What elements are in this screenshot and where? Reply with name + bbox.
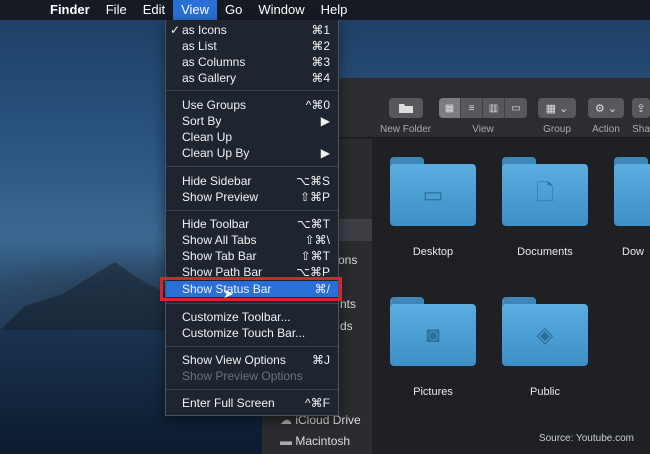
- menu-item-show-tab-bar[interactable]: Show Tab Bar ⇧⌘T: [166, 248, 338, 264]
- download-icon: [614, 164, 650, 226]
- checkmark-icon: ✓: [170, 23, 181, 37]
- menu-item-hide-toolbar[interactable]: Hide Toolbar ⌥⌘T: [166, 216, 338, 232]
- menu-item-hide-sidebar[interactable]: Hide Sidebar ⌥⌘S: [166, 173, 338, 189]
- action-button[interactable]: ⚙ ⌄: [588, 98, 624, 118]
- view-segmented-control[interactable]: ▦ ≡ ▥ ▭: [439, 98, 527, 118]
- share-label: Sha: [632, 124, 650, 135]
- folder-pictures[interactable]: ◙: [390, 297, 476, 387]
- group-label: Group: [543, 124, 571, 135]
- menu-item-customize-touch-bar[interactable]: Customize Touch Bar...: [166, 325, 338, 341]
- submenu-arrow-icon: ▶: [320, 146, 330, 160]
- action-group: ⚙ ⌄ Action: [588, 98, 624, 135]
- document-icon: 🗋: [502, 164, 588, 226]
- menu-item-use-groups[interactable]: Use Groups ^⌘0: [166, 97, 338, 113]
- menu-bar: Finder File Edit View Go Window Help: [0, 0, 650, 20]
- folder-pictures-label: Pictures: [413, 386, 453, 398]
- menu-item-as-list[interactable]: as List ⌘2: [166, 38, 338, 54]
- sidebar-item-macintosh[interactable]: ▬ Macintosh: [280, 434, 350, 448]
- view-group: ▦ ≡ ▥ ▭ View: [439, 98, 527, 135]
- folder-public-label: Public: [530, 386, 560, 398]
- mouse-pointer-icon: ➤: [223, 286, 234, 301]
- menu-item-customize-toolbar[interactable]: Customize Toolbar...: [166, 309, 338, 325]
- folder-downloads-label: Dow: [622, 246, 645, 258]
- menu-item-clean-up-by[interactable]: Clean Up By ▶: [166, 145, 338, 161]
- action-label: Action: [592, 124, 620, 135]
- menu-separator: [166, 303, 338, 304]
- group-group: ▦ ⌄ Group: [538, 98, 576, 135]
- folder-downloads[interactable]: [614, 157, 650, 247]
- public-sign-icon: ◈: [502, 304, 588, 366]
- menu-item-as-columns[interactable]: as Columns ⌘3: [166, 54, 338, 70]
- menu-separator: [166, 90, 338, 91]
- column-view-icon[interactable]: ▥: [483, 98, 505, 118]
- sidebar-item-downloads[interactable]: ds: [340, 319, 353, 333]
- list-view-icon[interactable]: ≡: [461, 98, 483, 118]
- menu-finder[interactable]: Finder: [42, 0, 98, 20]
- folder-desktop-label: Desktop: [412, 246, 454, 258]
- menu-item-as-icons[interactable]: ✓ as Icons ⌘1: [166, 22, 338, 38]
- new-folder-icon: [398, 104, 413, 113]
- menu-item-show-view-options[interactable]: Show View Options ⌘J: [166, 352, 338, 368]
- folder-desktop[interactable]: ▭: [390, 157, 476, 247]
- menu-separator: [166, 166, 338, 167]
- group-button[interactable]: ▦ ⌄: [538, 98, 576, 118]
- menu-edit[interactable]: Edit: [135, 0, 173, 20]
- menu-separator: [166, 346, 338, 347]
- menu-item-show-all-tabs[interactable]: Show All Tabs ⇧⌘\: [166, 232, 338, 248]
- share-button[interactable]: ⇪: [632, 98, 650, 118]
- menu-item-sort-by[interactable]: Sort By ▶: [166, 113, 338, 129]
- folder-public[interactable]: ◈: [502, 297, 588, 387]
- group-icon: ▦ ⌄: [545, 102, 569, 115]
- menu-item-enter-full-screen[interactable]: Enter Full Screen ^⌘F: [166, 395, 338, 411]
- menu-help[interactable]: Help: [313, 0, 356, 20]
- folder-documents-label: Documents: [517, 246, 573, 258]
- submenu-arrow-icon: ▶: [320, 114, 330, 128]
- annotation-highlight-box: [160, 277, 342, 301]
- gear-icon: ⚙ ⌄: [594, 102, 618, 115]
- sidebar-item-label: Macintosh: [295, 434, 351, 448]
- folder-documents[interactable]: 🗋: [502, 157, 588, 247]
- gallery-view-icon[interactable]: ▭: [505, 98, 527, 118]
- sidebar-item-documents[interactable]: nts: [340, 297, 356, 311]
- menu-file[interactable]: File: [98, 0, 135, 20]
- view-label: View: [472, 124, 494, 135]
- new-folder-group: New Folder: [380, 98, 431, 135]
- new-folder-label: New Folder: [380, 124, 432, 135]
- icon-view-icon[interactable]: ▦: [439, 98, 461, 118]
- menu-item-clean-up[interactable]: Clean Up: [166, 129, 338, 145]
- menu-separator: [166, 210, 338, 211]
- source-caption: Source: Youtube.com: [538, 433, 634, 444]
- disk-icon: ▬: [280, 434, 292, 448]
- sidebar-item-applications[interactable]: ons: [338, 253, 357, 267]
- menu-item-show-preview[interactable]: Show Preview ⇧⌘P: [166, 189, 338, 205]
- desktop-icon: ▭: [390, 164, 476, 226]
- share-group: ⇪ Sha: [632, 98, 650, 135]
- menu-item-show-preview-options: Show Preview Options: [182, 369, 303, 383]
- menu-go[interactable]: Go: [217, 0, 250, 20]
- share-icon: ⇪: [636, 102, 646, 115]
- menu-separator: [166, 389, 338, 390]
- menu-window[interactable]: Window: [250, 0, 312, 20]
- camera-icon: ◙: [390, 304, 476, 366]
- view-menu-dropdown: ✓ as Icons ⌘1 as List ⌘2 as Columns ⌘3 a…: [165, 20, 339, 416]
- menu-item-as-gallery[interactable]: as Gallery ⌘4: [166, 70, 338, 86]
- new-folder-button[interactable]: [388, 98, 423, 118]
- finder-content: ▭ Desktop 🗋 Documents Dow ◙ Pictures ◈ P…: [372, 139, 650, 454]
- menu-view[interactable]: View: [173, 0, 218, 20]
